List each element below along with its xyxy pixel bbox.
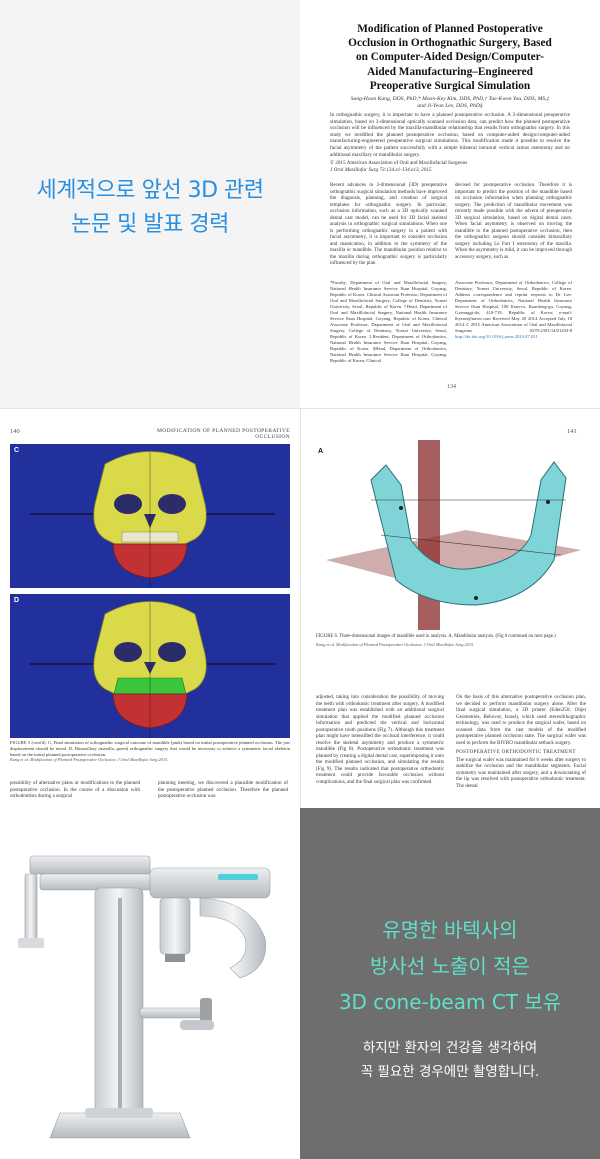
figure-panel-label: D <box>14 597 20 604</box>
paper-body-column: On the basis of this alternative postope… <box>456 694 586 789</box>
cbct-subtext-line2: 꼭 필요한 경우에만 촬영합니다. <box>360 1064 540 1080</box>
paper-body-column: Recent advances in 3-dimensional (3D) pr… <box>330 182 447 266</box>
cbct-headline-line1: 유명한 바텍사의 <box>382 918 518 942</box>
figure-citation: Kang et al. Modification of Planned Post… <box>10 757 169 762</box>
paper-title-line: Occlusion in Orthognathic Surgery, Based <box>348 37 552 50</box>
figure-citation: Kang et al. Modification of Planned Post… <box>316 642 475 647</box>
paper-title: Modification of Planned Postoperative Oc… <box>330 22 570 93</box>
skull-render-d <box>10 594 290 738</box>
body-paragraph: On the basis of this alternative postope… <box>456 694 586 746</box>
paper-journal-ref: J Oral Maxillofac Surg 73:134.e1-134.e13… <box>330 167 432 173</box>
cbct-machine-illustration <box>18 855 271 1139</box>
page-number: 141 <box>567 428 577 435</box>
paper-title-line: Aided Manufacturing–Engineered <box>367 65 533 78</box>
paper-title-line: Preoperative Surgical Simulation <box>369 79 531 92</box>
paper-footnote: *Faculty, Department of Oral and Maxillo… <box>330 280 447 363</box>
paper-abstract: In orthognathic surgery, it is important… <box>330 112 570 158</box>
paper-title-line: Modification of Planned Postoperative <box>357 23 543 35</box>
paper-footnote: Associate Professor, Department of Ortho… <box>455 280 572 340</box>
paper-title-line: on Computer-Aided Design/Computer- <box>355 51 545 64</box>
research-heading-line1: 세계적으로 앞선 3D 관련 <box>36 178 264 203</box>
figure-caption: FIGURE 6. Three-dimensional images of ma… <box>316 634 556 639</box>
research-heading-line2: 논문 및 발표 경력 <box>71 212 229 237</box>
promo-panel-3d-research <box>0 0 300 408</box>
mandible-analysis-image <box>326 440 581 630</box>
paper-authors: Sang-Hoon Kang, DDS, PhD,* Moon-Key Kim,… <box>330 96 570 110</box>
authors-line: and Ji-Yeon Lee, DDS, PhD§ <box>417 103 483 109</box>
authors-line: Sang-Hoon Kang, DDS, PhD,* Moon-Key Kim,… <box>350 96 550 102</box>
skull-render-c <box>10 444 290 588</box>
paper-body-column: possibility of alternative plans or modi… <box>10 780 140 799</box>
skull-image-c <box>30 451 275 588</box>
page-number: 134 <box>447 384 456 390</box>
body-paragraph: The surgical wafer was maintained for 6 … <box>456 756 586 789</box>
paper-body-column: planning meeting, we discovered a plausi… <box>158 780 288 799</box>
section-subhead: POSTOPERATIVE ORTHODONTIC TREATMENT <box>456 749 576 755</box>
paper-body-column: adjusted, taking into consideration the … <box>316 694 444 785</box>
cbct-subtext-line1: 하지만 환자의 건강을 생각하여 <box>362 1040 538 1056</box>
footnote-text: Associate Professor, Department of Ortho… <box>455 280 572 333</box>
figure-caption: FIGURE 5 (cont'd). C, Final simulation o… <box>10 740 290 757</box>
cbct-headline-line3: 3D cone-beam CT 보유 <box>338 990 562 1014</box>
running-head: MODIFICATION OF PLANNED POSTOPERATIVE OC… <box>157 428 290 440</box>
cbct-promo-panel <box>300 808 600 1159</box>
doi-link[interactable]: http://dx.doi.org/10.1016/j.joms.2014.07… <box>455 334 538 339</box>
paper-body-column: devised for postoperative occlusion. The… <box>455 182 572 260</box>
figure-panel-label: C <box>14 447 20 454</box>
page-number: 140 <box>10 428 20 435</box>
figure-panel-label: A <box>318 448 324 455</box>
cbct-headline-line2: 방사선 노출이 적은 <box>370 954 530 978</box>
skull-image-d <box>30 601 275 738</box>
paper-copyright: © 2015 American Association of Oral and … <box>330 160 468 166</box>
